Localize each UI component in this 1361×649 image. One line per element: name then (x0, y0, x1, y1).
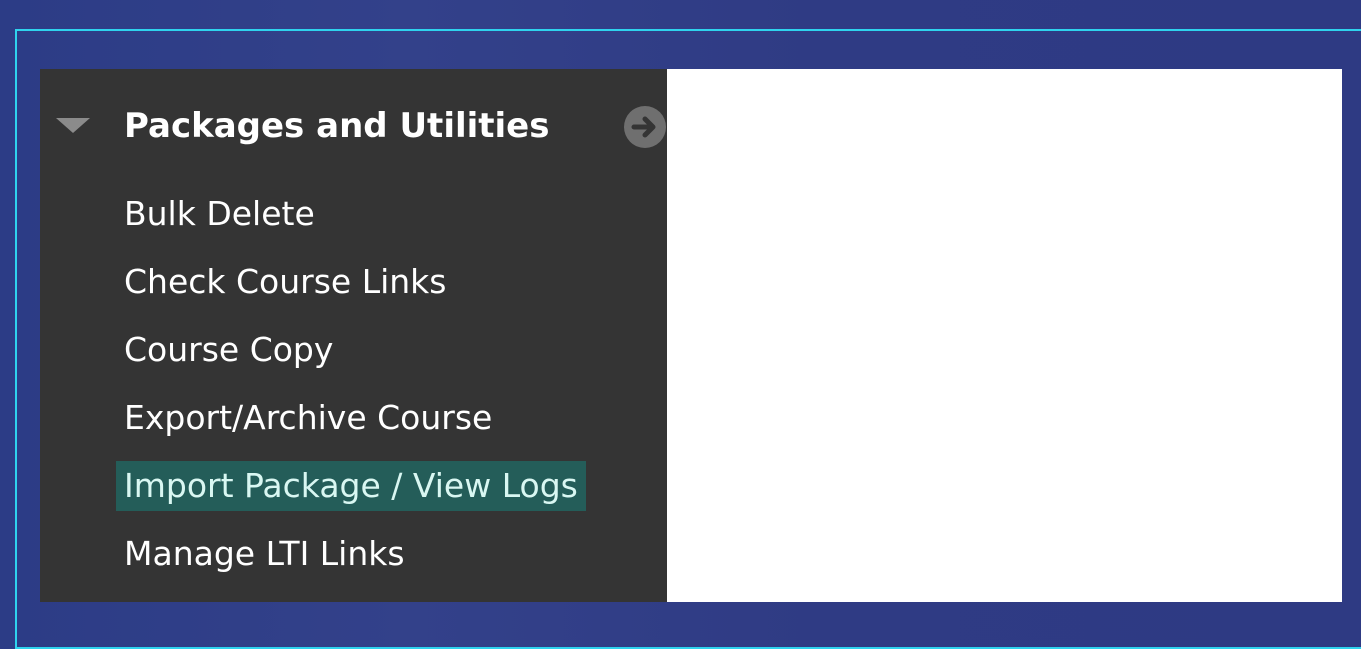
packages-utilities-menu: Bulk Delete Check Course Links Course Co… (116, 180, 586, 588)
content-area (667, 69, 1342, 602)
menu-item-label[interactable]: Import Package / View Logs (116, 461, 586, 511)
menu-item-export-archive-course[interactable]: Export/Archive Course (116, 384, 586, 452)
menu-item-manage-lti-links[interactable]: Manage LTI Links (116, 520, 586, 588)
section-title[interactable]: Packages and Utilities (124, 100, 549, 152)
menu-item-bulk-delete[interactable]: Bulk Delete (116, 180, 586, 248)
menu-item-course-copy[interactable]: Course Copy (116, 316, 586, 384)
menu-item-label[interactable]: Manage LTI Links (116, 529, 413, 579)
menu-item-label[interactable]: Bulk Delete (116, 189, 323, 239)
menu-item-label[interactable]: Export/Archive Course (116, 393, 500, 443)
arrow-right-circle-icon[interactable] (624, 106, 666, 148)
menu-item-label[interactable]: Course Copy (116, 325, 341, 375)
collapse-triangle-icon[interactable] (56, 118, 90, 133)
menu-item-check-course-links[interactable]: Check Course Links (116, 248, 586, 316)
menu-item-import-package[interactable]: Import Package / View Logs (116, 452, 586, 520)
menu-item-label[interactable]: Check Course Links (116, 257, 454, 307)
